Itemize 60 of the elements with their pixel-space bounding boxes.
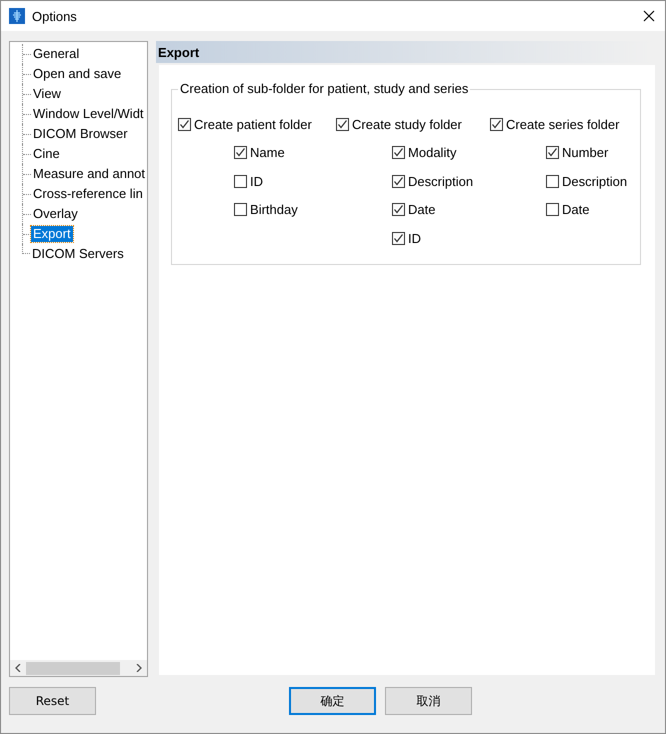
checkbox-icon[interactable] xyxy=(234,174,248,188)
tree-item[interactable]: DICOM Browser xyxy=(31,126,130,142)
checkbox[interactable]: Date xyxy=(392,196,490,224)
checkbox[interactable]: Create patient folder xyxy=(178,110,336,138)
dialog-button[interactable]: 取消 xyxy=(385,687,472,715)
close-icon[interactable] xyxy=(643,10,655,22)
dialog-button[interactable]: Reset xyxy=(9,687,96,715)
tree-item[interactable]: Cine xyxy=(31,146,62,162)
section-title: Export xyxy=(158,44,200,60)
tree-item[interactable]: General xyxy=(31,46,82,62)
checkbox[interactable]: Birthday xyxy=(234,196,336,224)
checkbox[interactable]: Name xyxy=(234,138,336,167)
group-legend: Creation of sub-folder for patient, study and series xyxy=(178,81,470,96)
skeleton-icon xyxy=(9,8,25,24)
tree-item[interactable]: View xyxy=(31,86,63,102)
checkbox-label: Create series folder xyxy=(506,116,620,132)
checkbox-label: Number xyxy=(562,145,608,160)
checkbox-label: Description xyxy=(562,174,628,189)
tree-item[interactable]: Export xyxy=(31,226,73,242)
window-title: Options xyxy=(32,8,78,24)
checkbox-label: Birthday xyxy=(250,202,298,218)
checkbox-icon[interactable] xyxy=(392,146,406,160)
dialog-button[interactable]: 确定 xyxy=(289,687,376,715)
checkbox-icon[interactable] xyxy=(392,203,406,216)
checkbox-label: Create patient folder xyxy=(194,116,312,132)
checkbox-label: Name xyxy=(250,145,285,160)
checkbox-icon[interactable] xyxy=(490,118,504,131)
checkbox-icon[interactable] xyxy=(336,118,350,131)
checkbox[interactable]: ID xyxy=(392,224,490,252)
checkbox-label: Date xyxy=(408,202,436,218)
tree-item[interactable]: Open and save xyxy=(31,66,124,82)
checkbox-label: Create study folder xyxy=(352,116,462,132)
checkbox[interactable]: Number xyxy=(546,138,640,167)
tree-item[interactable]: Measure and annot xyxy=(31,166,148,182)
checkbox-label: Date xyxy=(562,202,590,218)
horizontal-scrollbar[interactable] xyxy=(10,660,148,676)
checkbox-icon[interactable] xyxy=(546,174,560,188)
checkbox-icon[interactable] xyxy=(546,146,560,160)
checkbox-icon[interactable] xyxy=(392,174,406,188)
checkbox-icon[interactable] xyxy=(178,118,192,131)
checkbox[interactable]: Description xyxy=(546,167,640,196)
checkbox-icon[interactable] xyxy=(392,232,406,245)
checkbox-label: ID xyxy=(408,230,422,246)
tree-item[interactable]: DICOM Servers xyxy=(30,246,126,262)
checkbox-label: Description xyxy=(408,174,474,189)
checkbox[interactable]: Description xyxy=(392,167,490,196)
checkbox-icon[interactable] xyxy=(546,203,560,216)
checkbox[interactable]: Modality xyxy=(392,138,490,167)
checkbox[interactable]: Create series folder xyxy=(490,110,640,138)
checkbox[interactable]: Date xyxy=(546,196,640,224)
checkbox-icon[interactable] xyxy=(234,146,248,160)
checkbox-label: ID xyxy=(250,174,264,189)
checkbox[interactable]: Create study folder xyxy=(336,110,490,138)
tree-item[interactable]: Overlay xyxy=(31,206,80,222)
scroll-thumb[interactable] xyxy=(26,662,120,674)
checkbox[interactable]: ID xyxy=(234,167,336,196)
tree-item[interactable]: Cross-reference lin xyxy=(31,186,145,202)
tree-item[interactable]: Window Level/Widt xyxy=(31,106,146,122)
checkbox-icon[interactable] xyxy=(234,203,248,216)
checkbox-label: Modality xyxy=(408,145,456,160)
